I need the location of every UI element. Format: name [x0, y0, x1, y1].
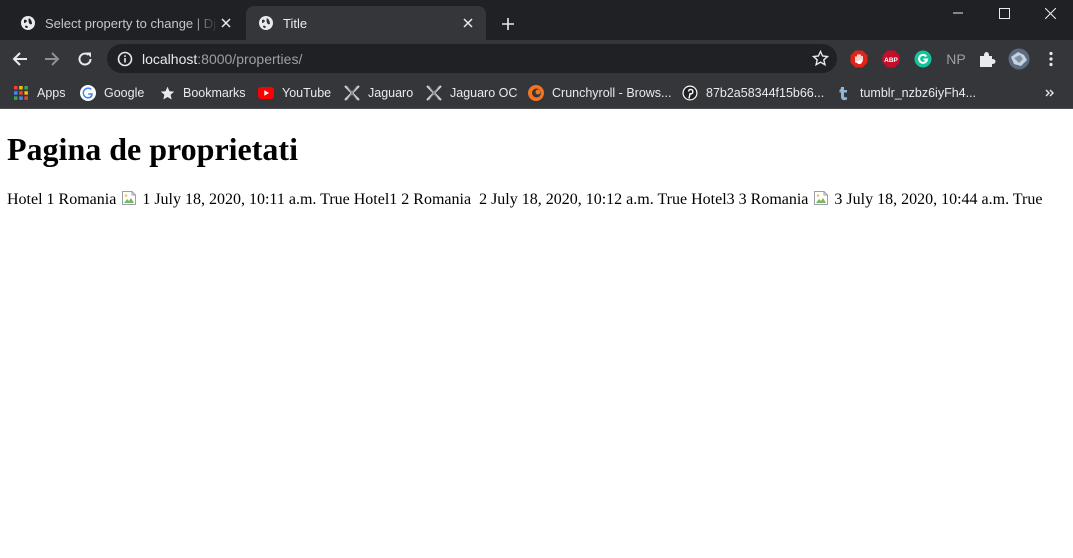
tab-title: Select property to change | Django site … — [45, 15, 218, 31]
url-path: :8000/properties/ — [197, 50, 303, 67]
url-host: localhost — [142, 50, 198, 67]
address-bar[interactable]: localhost:8000/properties/ — [107, 44, 837, 73]
abp-icon[interactable]: ABP — [881, 49, 901, 69]
property-name: Hotel 1 — [7, 191, 55, 208]
back-button[interactable] — [7, 46, 33, 72]
broken-image-icon — [121, 190, 137, 206]
broken-image-icon — [813, 190, 829, 206]
close-tab-icon[interactable] — [218, 15, 234, 31]
globe-icon — [21, 16, 35, 30]
bookmark-tumblr[interactable]: tumblr_nzbz6iyFh4... — [836, 83, 976, 103]
reload-icon — [78, 52, 92, 66]
property-active: True — [320, 191, 350, 208]
bookmark-star-icon[interactable] — [812, 50, 829, 67]
bookmark-pinterest[interactable]: 87b2a58344f15b66... — [682, 83, 824, 103]
bookmark-crunchyroll[interactable]: Crunchyroll - Brows... — [528, 83, 671, 103]
bookmark-jaguaro-oc[interactable]: Jaguaro OC — [426, 83, 517, 103]
tumblr-icon — [836, 85, 852, 101]
bookmark-bookmarks[interactable]: Bookmarks — [159, 83, 246, 103]
star-icon — [159, 85, 175, 101]
plus-icon — [502, 18, 514, 30]
puzzle-icon[interactable] — [977, 49, 997, 69]
bookmark-apps[interactable]: Apps — [13, 83, 66, 103]
bookmark-youtube[interactable]: YouTube — [258, 83, 331, 103]
jaguaro-icon — [344, 85, 360, 101]
property-name: Hotel1 2 — [353, 191, 410, 208]
minimize-button[interactable] — [935, 0, 981, 26]
page-title: Pagina de proprietati — [7, 131, 298, 167]
pinterest-icon — [682, 85, 698, 101]
page-content: Pagina de proprietati Hotel 1 Romania 1 … — [0, 109, 1073, 558]
forward-button[interactable] — [39, 46, 65, 72]
info-icon[interactable] — [117, 51, 133, 67]
property-country: Romania — [413, 191, 472, 208]
close-tab-icon[interactable] — [460, 15, 476, 31]
bookmark-jaguaro[interactable]: Jaguaro — [344, 83, 413, 103]
bookmark-label: Jaguaro — [368, 86, 414, 100]
toolbar: localhost:8000/properties/ ABP NP — [0, 40, 1073, 77]
bookmark-label: Crunchyroll - Brows... — [552, 86, 672, 100]
property-country: Romania — [750, 191, 809, 208]
maximize-button[interactable] — [981, 0, 1027, 26]
google-icon — [80, 85, 96, 101]
minimize-icon — [953, 12, 963, 14]
grammarly-icon[interactable] — [913, 49, 933, 69]
crunchyroll-icon — [528, 85, 544, 101]
bookmark-google[interactable]: Google — [80, 83, 144, 103]
new-tab-button[interactable] — [496, 12, 520, 36]
reload-button[interactable] — [72, 46, 98, 72]
property-list: Hotel 1 Romania 1 July 18, 2020, 10:11 a… — [7, 190, 1042, 210]
arrow-right-icon — [45, 52, 60, 66]
svg-text:ABP: ABP — [884, 57, 898, 64]
property-date: July 18, 2020, 10:44 a.m. — [846, 191, 1010, 208]
bookmark-label: tumblr_nzbz6iyFh4... — [860, 86, 977, 100]
globe-icon — [259, 16, 273, 30]
bookmarks-bar: Apps Google Bookmarks YouTube Jaguaro Ja… — [0, 77, 1073, 109]
youtube-icon — [258, 85, 274, 101]
maximize-icon — [998, 7, 1010, 19]
property-item: Hotel 1 Romania 1 July 18, 2020, 10:11 a… — [7, 191, 350, 208]
tab-title-active[interactable]: Title — [246, 6, 486, 40]
url-text: localhost:8000/properties/ — [142, 51, 302, 67]
property-country: Romania — [58, 191, 117, 208]
tab-strip: Select property to change | Django site … — [0, 0, 1073, 40]
bookmark-label: 87b2a58344f15b66... — [706, 86, 825, 100]
more-bookmarks-chevron-icon[interactable] — [1040, 83, 1060, 103]
property-name: Hotel3 3 — [691, 191, 747, 208]
property-item: Hotel3 3 Romania 3 July 18, 2020, 10:44 … — [691, 191, 1042, 208]
svg-text:NP: NP — [946, 51, 965, 67]
profile-avatar-icon[interactable] — [1007, 47, 1031, 71]
property-date: July 18, 2020, 10:12 a.m. — [491, 191, 654, 208]
property-date: July 18, 2020, 10:11 a.m. — [154, 191, 317, 208]
bookmark-label: Apps — [37, 86, 66, 100]
arrow-left-icon — [12, 52, 27, 66]
property-id: 2 — [479, 191, 488, 208]
tab-django-admin[interactable]: Select property to change | Django site … — [8, 6, 244, 40]
property-item: Hotel1 2 Romania 2 July 18, 2020, 10:12 … — [354, 191, 687, 208]
bookmark-label: Jaguaro OC — [450, 86, 518, 100]
property-active: True — [657, 191, 688, 208]
bookmark-label: Google — [104, 86, 145, 100]
menu-dots-icon[interactable] — [1041, 49, 1061, 69]
apps-grid-icon — [13, 85, 29, 101]
tab-title: Title — [283, 15, 308, 31]
np-icon[interactable]: NP — [944, 49, 968, 69]
property-id: 3 — [834, 191, 843, 208]
bookmark-label: YouTube — [282, 86, 332, 100]
close-icon — [1044, 7, 1056, 19]
property-active: True — [1012, 191, 1043, 208]
property-id: 1 — [142, 191, 151, 208]
adblock-hand-icon[interactable] — [849, 49, 869, 69]
jaguaro-icon — [426, 85, 442, 101]
bookmark-label: Bookmarks — [183, 86, 246, 100]
close-window-button[interactable] — [1027, 0, 1073, 26]
